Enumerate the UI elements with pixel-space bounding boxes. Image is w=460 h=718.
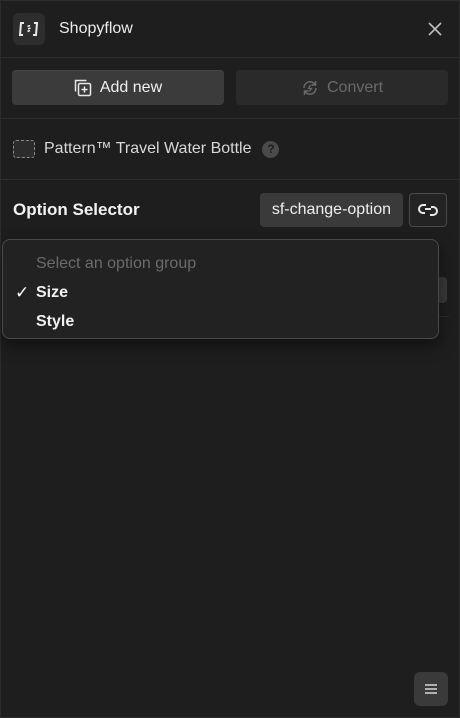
unlink-button[interactable] [409,192,447,227]
dropdown-option-style[interactable]: Style [3,307,438,336]
add-copy-icon [74,79,92,96]
panel-header: Shopyflow [1,1,459,58]
dropdown-placeholder: Select an option group [36,254,197,272]
add-new-button[interactable]: Add new [12,70,224,105]
option-selector-label: Option Selector [13,199,140,219]
element-name: Pattern™ Travel Water Bottle [44,140,252,157]
shopyflow-panel: Shopyflow Add new Convert Pattern™ Trave… [0,0,460,718]
app-title: Shopyflow [59,20,133,37]
option-selector-row: Option Selector sf-change-option [1,180,459,239]
option-group-dropdown: Select an option group ✓ Size Style [2,239,439,339]
close-icon[interactable] [423,17,447,41]
menu-button[interactable] [414,672,448,706]
action-bar: Add new Convert [1,58,459,119]
convert-label: Convert [326,78,384,96]
add-new-label: Add new [99,78,163,96]
help-icon[interactable]: ? [262,140,280,158]
shopyflow-logo-icon [13,13,45,45]
convert-button[interactable]: Convert [236,70,448,105]
attribute-pill[interactable]: sf-change-option [259,192,403,227]
dropdown-option-size[interactable]: ✓ Size [3,278,438,307]
checkmark-icon: ✓ [15,282,30,302]
selected-element-row: Pattern™ Travel Water Bottle ? [1,119,459,180]
unlink-icon [418,203,438,216]
hamburger-icon [425,684,437,694]
convert-icon [303,80,317,95]
element-placeholder-icon [13,140,35,158]
